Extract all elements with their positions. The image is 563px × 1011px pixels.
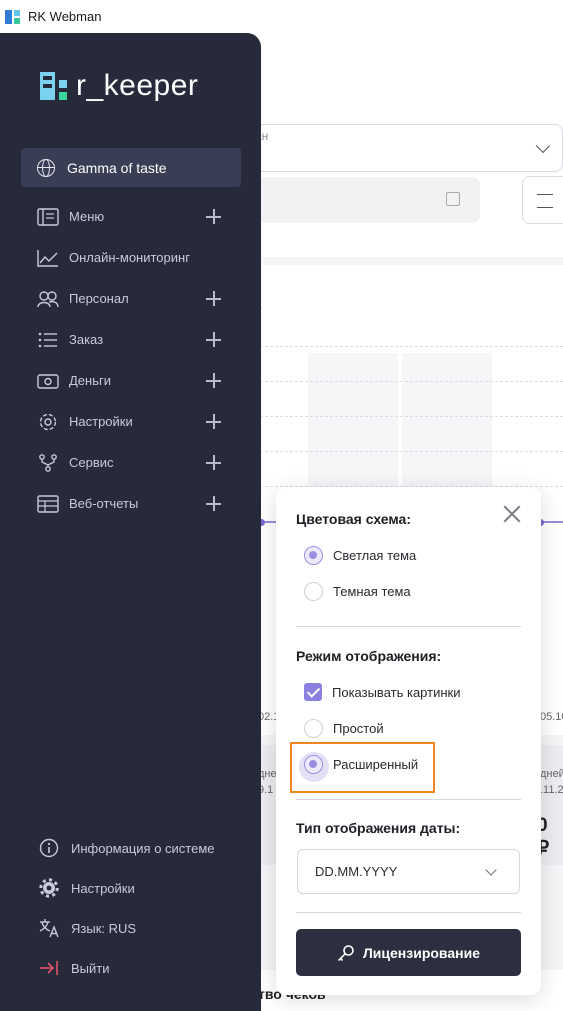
logout-icon — [40, 961, 58, 975]
settings-gear-icon — [39, 413, 57, 430]
sidebar-item-label: Язык: RUS — [71, 920, 137, 936]
sidebar-item-bottom-settings[interactable]: Настройки — [0, 868, 261, 908]
info-icon — [39, 838, 59, 858]
mode-simple-label: Простой — [333, 720, 384, 736]
window-titlebar: RK Webman — [0, 0, 563, 33]
people-icon — [37, 290, 59, 307]
display-settings-popup: Цветовая схема: Светлая тема Темная тема… — [276, 487, 541, 995]
sidebar-item-online-monitoring[interactable]: Онлайн-мониторинг — [0, 237, 261, 278]
sidebar-item-web-reports[interactable]: Веб-отчеты — [0, 483, 261, 524]
divider — [296, 799, 521, 800]
sidebar-item-logout[interactable]: Выйти — [0, 948, 261, 988]
sidebar-item-service[interactable]: Сервис — [0, 442, 261, 483]
divider — [296, 912, 521, 913]
sidebar-item-language[interactable]: Язык: RUS — [0, 908, 261, 948]
sidebar-item-label: Настройки — [71, 880, 135, 896]
expand-plus-icon[interactable] — [206, 332, 221, 347]
chevron-down-icon — [535, 138, 551, 154]
show-pictures-checkbox[interactable]: Показывать картинки — [304, 682, 460, 702]
stat-right-date: .11.2 — [540, 784, 563, 796]
expand-plus-icon[interactable] — [206, 373, 221, 388]
sidebar-item-label: Выйти — [71, 960, 110, 976]
sidebar-item-label: Меню — [69, 209, 105, 224]
menu-book-icon — [37, 207, 59, 226]
logo-text: r_keeper — [76, 69, 199, 102]
highlight-box — [290, 742, 435, 793]
theme-light-label: Светлая тема — [333, 547, 417, 563]
table-report-icon — [37, 494, 59, 513]
stat-right-label: дней — [540, 768, 563, 780]
sidebar: r_keeper Gamma of taste Меню Онлайн-мони… — [0, 33, 261, 1011]
window-title: RK Webman — [28, 9, 102, 24]
color-scheme-title: Цветовая схема: — [296, 511, 412, 527]
sidebar-item-label: Веб-отчеты — [69, 496, 139, 511]
radio-unchecked-icon — [304, 718, 323, 738]
sidebar-bottom-menu: Информация о системе Настройки Язык: RUS… — [0, 828, 261, 988]
date-range-input[interactable] — [240, 177, 480, 223]
sidebar-item-label: Заказ — [69, 332, 104, 347]
sidebar-item-money[interactable]: Деньги — [0, 360, 261, 401]
show-pictures-label: Показывать картинки — [332, 684, 461, 700]
expand-plus-icon[interactable] — [206, 455, 221, 470]
sidebar-item-order[interactable]: Заказ — [0, 319, 261, 360]
divider — [296, 626, 521, 627]
theme-light-radio[interactable]: Светлая тема — [304, 545, 416, 565]
sidebar-item-label: Онлайн-мониторинг — [69, 250, 190, 265]
theme-dark-label: Темная тема — [333, 583, 411, 599]
display-mode-title: Режим отображения: — [296, 648, 442, 664]
expand-plus-icon[interactable] — [206, 496, 221, 511]
chart-line-icon — [37, 249, 58, 267]
logo-mark-icon — [40, 72, 68, 100]
mode-simple-radio[interactable]: Простой — [304, 718, 384, 738]
radio-checked-icon — [304, 545, 323, 565]
organization-name: Gamma of taste — [67, 159, 167, 176]
sidebar-item-settings[interactable]: Настройки — [0, 401, 261, 442]
r-keeper-logo[interactable]: r_keeper — [40, 69, 199, 102]
sidebar-item-label: Персонал — [69, 291, 129, 306]
gear-icon — [39, 878, 59, 898]
sidebar-item-system-info[interactable]: Информация о системе — [0, 828, 261, 868]
translate-icon — [39, 919, 59, 938]
filter-settings-button[interactable] — [522, 176, 563, 224]
sidebar-item-menu[interactable]: Меню — [0, 196, 261, 237]
sidebar-item-label: Деньги — [69, 373, 111, 388]
licensing-button[interactable]: Лицензирование — [296, 929, 521, 976]
radio-unchecked-icon — [304, 581, 323, 601]
app-icon — [4, 8, 22, 26]
service-branch-icon — [39, 453, 57, 472]
date-type-title: Тип отображения даты: — [296, 820, 461, 836]
licensing-button-label: Лицензирование — [362, 944, 480, 961]
expand-plus-icon[interactable] — [206, 414, 221, 429]
close-icon[interactable] — [503, 505, 521, 523]
expand-plus-icon[interactable] — [206, 209, 221, 224]
sliders-icon — [537, 194, 553, 208]
sidebar-item-label: Информация о системе — [71, 840, 215, 856]
sidebar-item-personnel[interactable]: Персонал — [0, 278, 261, 319]
chevron-down-icon — [485, 864, 497, 876]
calendar-icon — [446, 192, 460, 206]
organization-selector[interactable]: Gamma of taste — [21, 148, 241, 187]
date-format-select[interactable]: DD.MM.YYYY — [297, 849, 520, 894]
sidebar-item-label: Сервис — [69, 455, 114, 470]
money-icon — [37, 373, 59, 389]
key-icon — [337, 944, 354, 961]
sidebar-item-label: Настройки — [69, 414, 133, 429]
restaurant-select[interactable]: ан — [240, 124, 563, 172]
chart-date-right: 05.10 — [540, 711, 563, 723]
sidebar-menu: Меню Онлайн-мониторинг Персонал Заказ Де… — [0, 196, 261, 524]
date-format-value: DD.MM.YYYY — [315, 864, 398, 879]
theme-dark-radio[interactable]: Темная тема — [304, 581, 411, 601]
list-icon — [38, 332, 57, 347]
checkbox-checked-icon — [304, 683, 322, 701]
globe-icon — [37, 158, 55, 177]
expand-plus-icon[interactable] — [206, 291, 221, 306]
